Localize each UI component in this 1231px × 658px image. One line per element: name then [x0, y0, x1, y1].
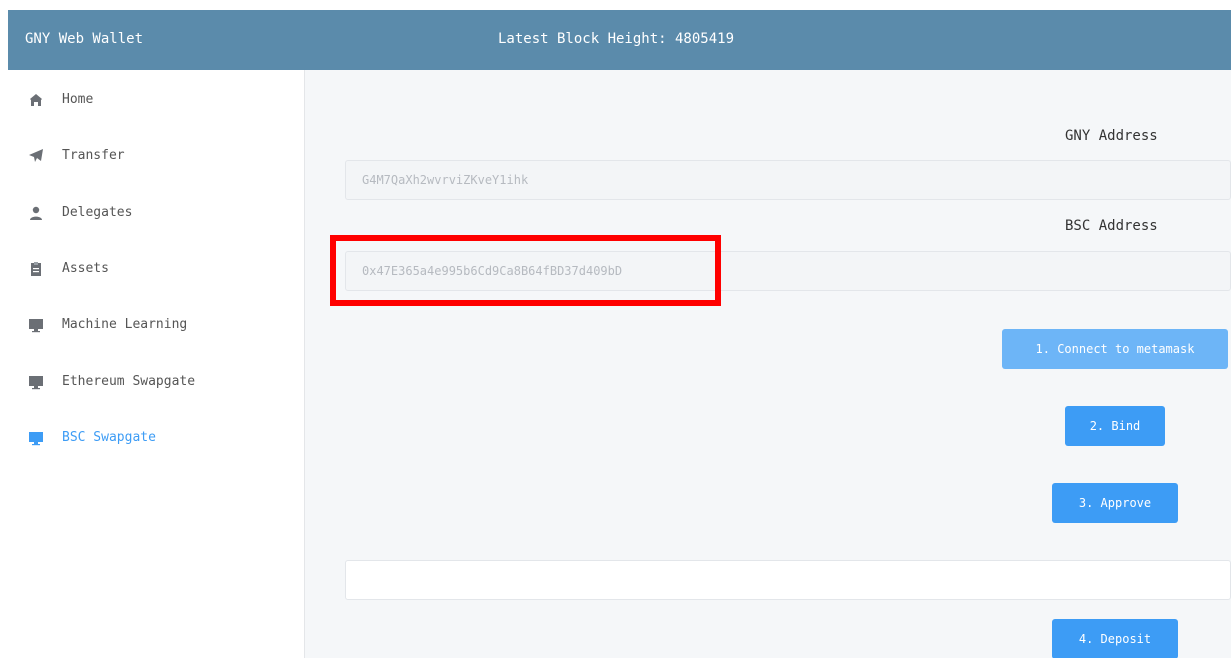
sidebar-item-ethereum-swapgate[interactable]: Ethereum Swapgate	[8, 362, 304, 402]
clipboard-icon	[31, 262, 41, 276]
home-icon	[30, 94, 42, 106]
sidebar-item-label: Ethereum Swapgate	[62, 374, 196, 389]
sidebar-item-label: BSC Swapgate	[62, 430, 156, 445]
sidebar: Home Transfer Delegates Assets Machine L…	[8, 70, 305, 658]
bsc-address-label: BSC Address	[1065, 218, 1158, 234]
monitor-icon	[29, 432, 43, 446]
sidebar-item-label: Transfer	[62, 148, 125, 163]
sidebar-item-label: Machine Learning	[62, 317, 188, 332]
user-icon	[30, 206, 42, 220]
app-window: GNY Web Wallet Latest Block Height: 4805…	[8, 10, 1231, 658]
monitor-icon	[29, 319, 43, 333]
sidebar-item-assets[interactable]: Assets	[8, 249, 304, 289]
main-content: GNY Address G4M7QaXh2wvrviZKveY1ihk BSC …	[305, 70, 1231, 658]
bsc-address-field[interactable]: 0x47E365a4e995b6Cd9Ca8B64fBD37d409bD	[345, 251, 1231, 291]
sidebar-item-label: Delegates	[62, 205, 133, 220]
deposit-button[interactable]: 4. Deposit	[1052, 619, 1178, 658]
gny-address-label: GNY Address	[1065, 128, 1158, 144]
connect-metamask-button[interactable]: 1. Connect to metamask	[1002, 329, 1228, 369]
bind-button[interactable]: 2. Bind	[1065, 406, 1165, 446]
monitor-icon	[29, 376, 43, 390]
sidebar-item-label: Home	[62, 92, 94, 107]
gny-address-field[interactable]: G4M7QaXh2wvrviZKveY1ihk	[345, 160, 1231, 200]
sidebar-item-transfer[interactable]: Transfer	[8, 136, 304, 176]
send-icon	[29, 149, 43, 162]
amount-input[interactable]	[345, 560, 1231, 600]
sidebar-item-home[interactable]: Home	[8, 80, 304, 120]
latest-block-height: Latest Block Height: 4805419	[498, 31, 735, 47]
top-header: GNY Web Wallet Latest Block Height: 4805…	[8, 10, 1231, 70]
approve-button[interactable]: 3. Approve	[1052, 483, 1178, 523]
sidebar-item-bsc-swapgate[interactable]: BSC Swapgate	[8, 418, 304, 458]
sidebar-item-delegates[interactable]: Delegates	[8, 193, 304, 233]
sidebar-item-machine-learning[interactable]: Machine Learning	[8, 305, 304, 345]
sidebar-item-label: Assets	[62, 261, 109, 276]
app-title[interactable]: GNY Web Wallet	[25, 31, 143, 47]
